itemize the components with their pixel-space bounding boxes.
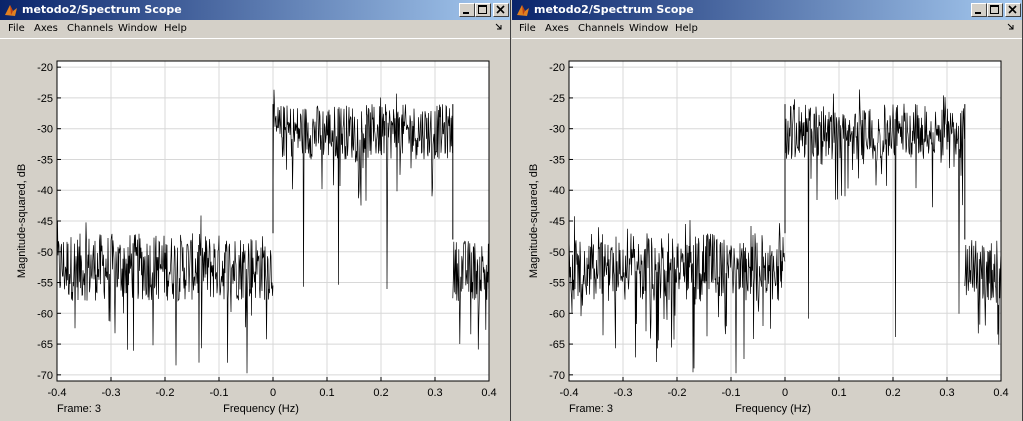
y-tick-label: -50 bbox=[37, 247, 53, 259]
menu-file[interactable]: File bbox=[8, 23, 25, 34]
x-tick-label: 0.4 bbox=[481, 387, 496, 399]
window-title: metodo2/Spectrum Scope bbox=[22, 3, 182, 16]
minimize-icon bbox=[463, 12, 469, 14]
x-tick-label: -0.1 bbox=[722, 387, 741, 399]
menu-channels[interactable]: Channels bbox=[578, 23, 624, 34]
spectrum-scope-window-right: metodo2/Spectrum Scope File Axes Channel… bbox=[512, 0, 1023, 421]
x-tick-label: 0 bbox=[270, 387, 276, 399]
minimize-icon bbox=[975, 12, 981, 14]
menu-help[interactable]: Help bbox=[164, 23, 187, 34]
spectrum-plot: -0.4 -0.3 -0.2 -0.1 0 0.1 0.2 0.3 0.4 -20 -25 -30 -3… bbox=[16, 60, 497, 415]
y-tick-label: -35 bbox=[549, 154, 565, 166]
y-tick-label: -40 bbox=[549, 185, 565, 197]
menu-axes[interactable]: Axes bbox=[34, 23, 58, 34]
x-tick-label: 0.2 bbox=[885, 387, 900, 399]
x-axis-label: Frequency (Hz) bbox=[735, 403, 811, 415]
x-tick-label: -0.3 bbox=[102, 387, 121, 399]
x-tick-label: 0.1 bbox=[831, 387, 846, 399]
minimize-button[interactable] bbox=[971, 3, 987, 17]
y-axis-label: Magnitude-squared, dB bbox=[528, 164, 540, 278]
y-tick-label: -20 bbox=[37, 62, 53, 74]
menu-help[interactable]: Help bbox=[675, 23, 698, 34]
y-tick-label: -70 bbox=[37, 370, 53, 382]
y-tick-label: -30 bbox=[37, 124, 53, 136]
window-title: metodo2/Spectrum Scope bbox=[534, 3, 694, 16]
y-tick-label: -25 bbox=[549, 93, 565, 105]
x-tick-label: 0 bbox=[782, 387, 788, 399]
y-tick-label: -70 bbox=[549, 370, 565, 382]
x-tick-label: 0.4 bbox=[993, 387, 1008, 399]
close-icon bbox=[496, 5, 505, 14]
dock-arrow-icon[interactable] bbox=[1006, 22, 1016, 32]
x-axis-label: Frequency (Hz) bbox=[223, 403, 299, 415]
y-tick-label: -35 bbox=[37, 154, 53, 166]
y-tick-label: -55 bbox=[549, 278, 565, 290]
y-tick-label: -45 bbox=[549, 216, 565, 228]
y-tick-label: -45 bbox=[37, 216, 53, 228]
close-button[interactable] bbox=[493, 3, 509, 17]
close-button[interactable] bbox=[1005, 3, 1021, 17]
y-tick-label: -60 bbox=[549, 308, 565, 320]
dock-arrow-icon[interactable] bbox=[494, 22, 504, 32]
maximize-icon bbox=[478, 5, 487, 14]
y-tick-label: -30 bbox=[549, 124, 565, 136]
y-tick-label: -60 bbox=[37, 308, 53, 320]
y-tick-label: -65 bbox=[549, 339, 565, 351]
spectrum-plot: -0.4 -0.3 -0.2 -0.1 0 0.1 0.2 0.3 0.4 -20 -25 -30 -3… bbox=[528, 60, 1009, 415]
desktop: metodo2/Spectrum Scope File Axes Channel… bbox=[0, 0, 1023, 421]
frame-counter: Frame: 3 bbox=[569, 403, 613, 415]
x-tick-label: -0.3 bbox=[614, 387, 633, 399]
title-bar[interactable]: metodo2/Spectrum Scope bbox=[512, 0, 1022, 20]
menu-window[interactable]: Window bbox=[629, 23, 668, 34]
menu-bar: File Axes Channels Window Help bbox=[0, 20, 510, 39]
x-tick-label: -0.4 bbox=[48, 387, 67, 399]
frame-counter: Frame: 3 bbox=[57, 403, 101, 415]
title-bar[interactable]: metodo2/Spectrum Scope bbox=[0, 0, 510, 20]
menu-window[interactable]: Window bbox=[118, 23, 157, 34]
x-tick-label: -0.4 bbox=[560, 387, 579, 399]
y-tick-label: -65 bbox=[37, 339, 53, 351]
maximize-button[interactable] bbox=[475, 3, 491, 17]
y-tick-label: -20 bbox=[549, 62, 565, 74]
close-icon bbox=[1008, 5, 1017, 14]
y-tick-label: -40 bbox=[37, 185, 53, 197]
matlab-icon bbox=[517, 5, 529, 16]
x-tick-label: 0.3 bbox=[939, 387, 954, 399]
y-tick-label: -55 bbox=[37, 278, 53, 290]
menu-axes[interactable]: Axes bbox=[545, 23, 569, 34]
x-tick-label: 0.3 bbox=[427, 387, 442, 399]
x-tick-label: -0.2 bbox=[156, 387, 175, 399]
x-tick-label: -0.1 bbox=[210, 387, 229, 399]
x-tick-label: 0.2 bbox=[373, 387, 388, 399]
spectrum-scope-window-left: metodo2/Spectrum Scope File Axes Channel… bbox=[0, 0, 511, 421]
maximize-button[interactable] bbox=[987, 3, 1003, 17]
x-tick-label: -0.2 bbox=[668, 387, 687, 399]
x-tick-label: 0.1 bbox=[319, 387, 334, 399]
menu-file[interactable]: File bbox=[519, 23, 536, 34]
y-axis-label: Magnitude-squared, dB bbox=[16, 164, 28, 278]
y-tick-label: -25 bbox=[37, 93, 53, 105]
matlab-icon bbox=[5, 5, 17, 16]
y-tick-label: -50 bbox=[549, 247, 565, 259]
minimize-button[interactable] bbox=[459, 3, 475, 17]
maximize-icon bbox=[990, 5, 999, 14]
menu-channels[interactable]: Channels bbox=[67, 23, 113, 34]
menu-bar: File Axes Channels Window Help bbox=[512, 20, 1022, 39]
